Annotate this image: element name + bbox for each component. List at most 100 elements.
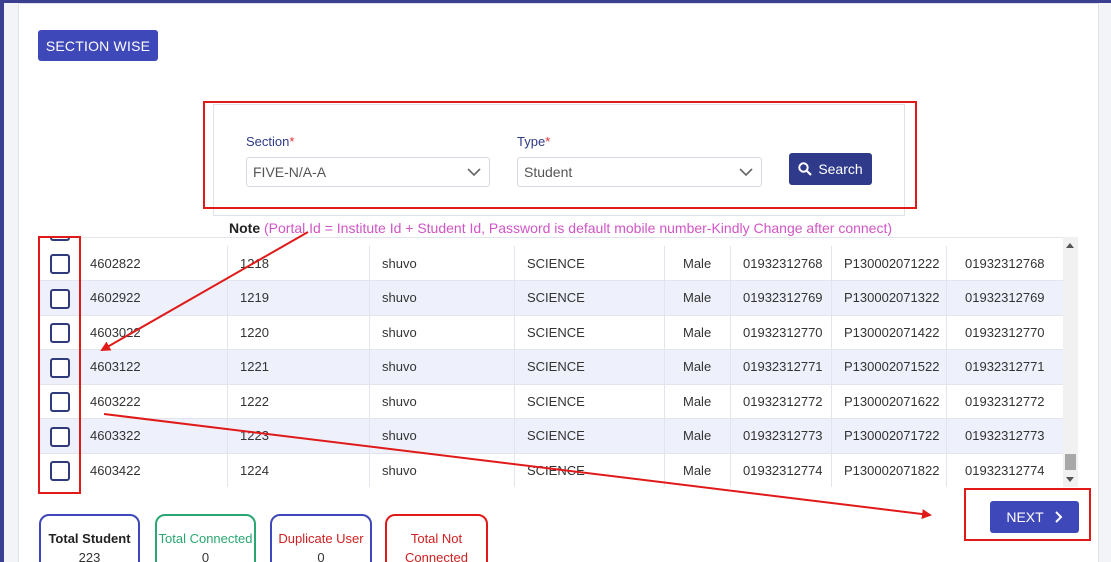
column-divider [831,315,832,349]
column-divider [664,418,665,453]
total-not-connected-label: Total Not Connected [405,531,468,562]
table-cell: shuvo [382,428,417,443]
column-divider [369,315,370,349]
total-connected-value: 0 [201,550,210,562]
column-divider [514,418,515,453]
column-divider [730,453,731,487]
column-divider [664,280,665,315]
chevron-down-icon [739,168,753,177]
column-divider [831,453,832,487]
table-cell: 4603322 [90,428,141,443]
table-cell: Male [683,462,712,478]
table-cell: 1222 [240,393,269,409]
row-checkbox[interactable] [50,392,70,412]
table-cell: P130002071622 [844,393,940,409]
total-not-connected-card: Total Not Connected [385,514,488,562]
table-cell: P130002071822 [844,462,940,478]
table-cell: 1223 [240,428,269,443]
column-divider [946,280,947,315]
column-divider [664,453,665,487]
section-wise-button[interactable]: SECTION WISE [38,30,158,61]
table-cell: 01932312773 [743,428,823,443]
scroll-up-icon[interactable] [1066,243,1074,248]
column-divider [227,246,228,280]
duplicate-user-value: 0 [317,550,325,562]
screen: SECTION WISE Section* FIVE-N/A-A Type* S… [0,0,1111,562]
table-cell: Male [683,393,712,409]
total-student-value: 223 [78,550,101,562]
column-divider [664,246,665,280]
column-divider [227,349,228,384]
column-divider [369,349,370,384]
table-cell: 01932312771 [743,359,823,374]
column-divider [946,315,947,349]
column-divider [946,453,947,487]
table-row: 4603422 1224 shuvo SCIENCE Male 01932312774 P1… [38,453,1063,487]
column-divider [514,246,515,280]
row-checkbox[interactable] [50,254,70,274]
section-label: Section* [246,134,295,149]
table-cell: shuvo [382,255,417,271]
row-checkbox[interactable] [50,288,70,309]
next-button[interactable]: NEXT [990,501,1079,533]
scroll-thumb[interactable] [1065,454,1076,470]
column-divider [664,349,665,384]
search-button[interactable]: Search [789,153,872,185]
table-scrollbar[interactable] [1063,237,1078,487]
column-divider [369,453,370,487]
note-text: (Portal Id = Institute Id + Student Id, … [264,220,893,236]
column-divider [730,418,731,453]
section-select-value: FIVE-N/A-A [253,164,327,180]
table-cell: SCIENCE [527,255,585,271]
column-divider [664,384,665,418]
table-cell: 1221 [240,359,269,374]
column-divider [831,384,832,418]
column-divider [831,280,832,315]
table-cell: 4602822 [90,255,141,271]
chevron-down-icon [467,168,481,177]
table-cell: 01932312772 [965,393,1045,409]
row-checkbox[interactable] [50,323,70,343]
table-cell: SCIENCE [527,428,585,443]
type-select[interactable]: Student [517,157,762,187]
table-cell: 4603122 [90,359,141,374]
column-divider [514,280,515,315]
duplicate-user-label: Duplicate User [278,531,364,546]
column-divider [946,418,947,453]
table-cell: P130002071522 [844,359,940,374]
column-divider [831,418,832,453]
table-cell: 4603422 [90,462,141,478]
row-checkbox[interactable] [50,461,70,481]
column-divider [946,246,947,280]
row-checkbox[interactable] [50,426,70,447]
table-cell: 4603222 [90,393,141,409]
next-button-label: NEXT [1006,509,1044,525]
total-connected-label: Total Connected [158,531,253,546]
column-divider [369,280,370,315]
table-cell: 01932312771 [965,359,1045,374]
table-row: 4603222 1222 shuvo SCIENCE Male 01932312772 P1… [38,384,1063,419]
partial-row-checkbox[interactable] [50,238,70,241]
column-divider [730,349,731,384]
scroll-down-icon[interactable] [1066,477,1074,482]
column-divider [946,384,947,418]
table-row: 4603322 1223 shuvo SCIENCE Male 01932312773 P1… [38,418,1063,454]
table-cell: SCIENCE [527,359,585,374]
column-divider [514,453,515,487]
table-cell: shuvo [382,462,417,478]
column-divider [831,246,832,280]
portal-note: Note (Portal Id = Institute Id + Student… [229,220,892,236]
table-cell: 01932312770 [743,324,823,340]
column-divider [946,349,947,384]
column-divider [514,315,515,349]
type-label: Type* [517,134,551,149]
search-button-label: Search [818,161,863,177]
table-cell: P130002071422 [844,324,940,340]
column-divider [514,384,515,418]
table-cell: 1219 [240,290,269,305]
column-divider [730,246,731,280]
column-divider [730,280,731,315]
table-cell: 01932312769 [743,290,823,305]
section-select[interactable]: FIVE-N/A-A [246,157,490,187]
row-checkbox[interactable] [50,357,70,378]
